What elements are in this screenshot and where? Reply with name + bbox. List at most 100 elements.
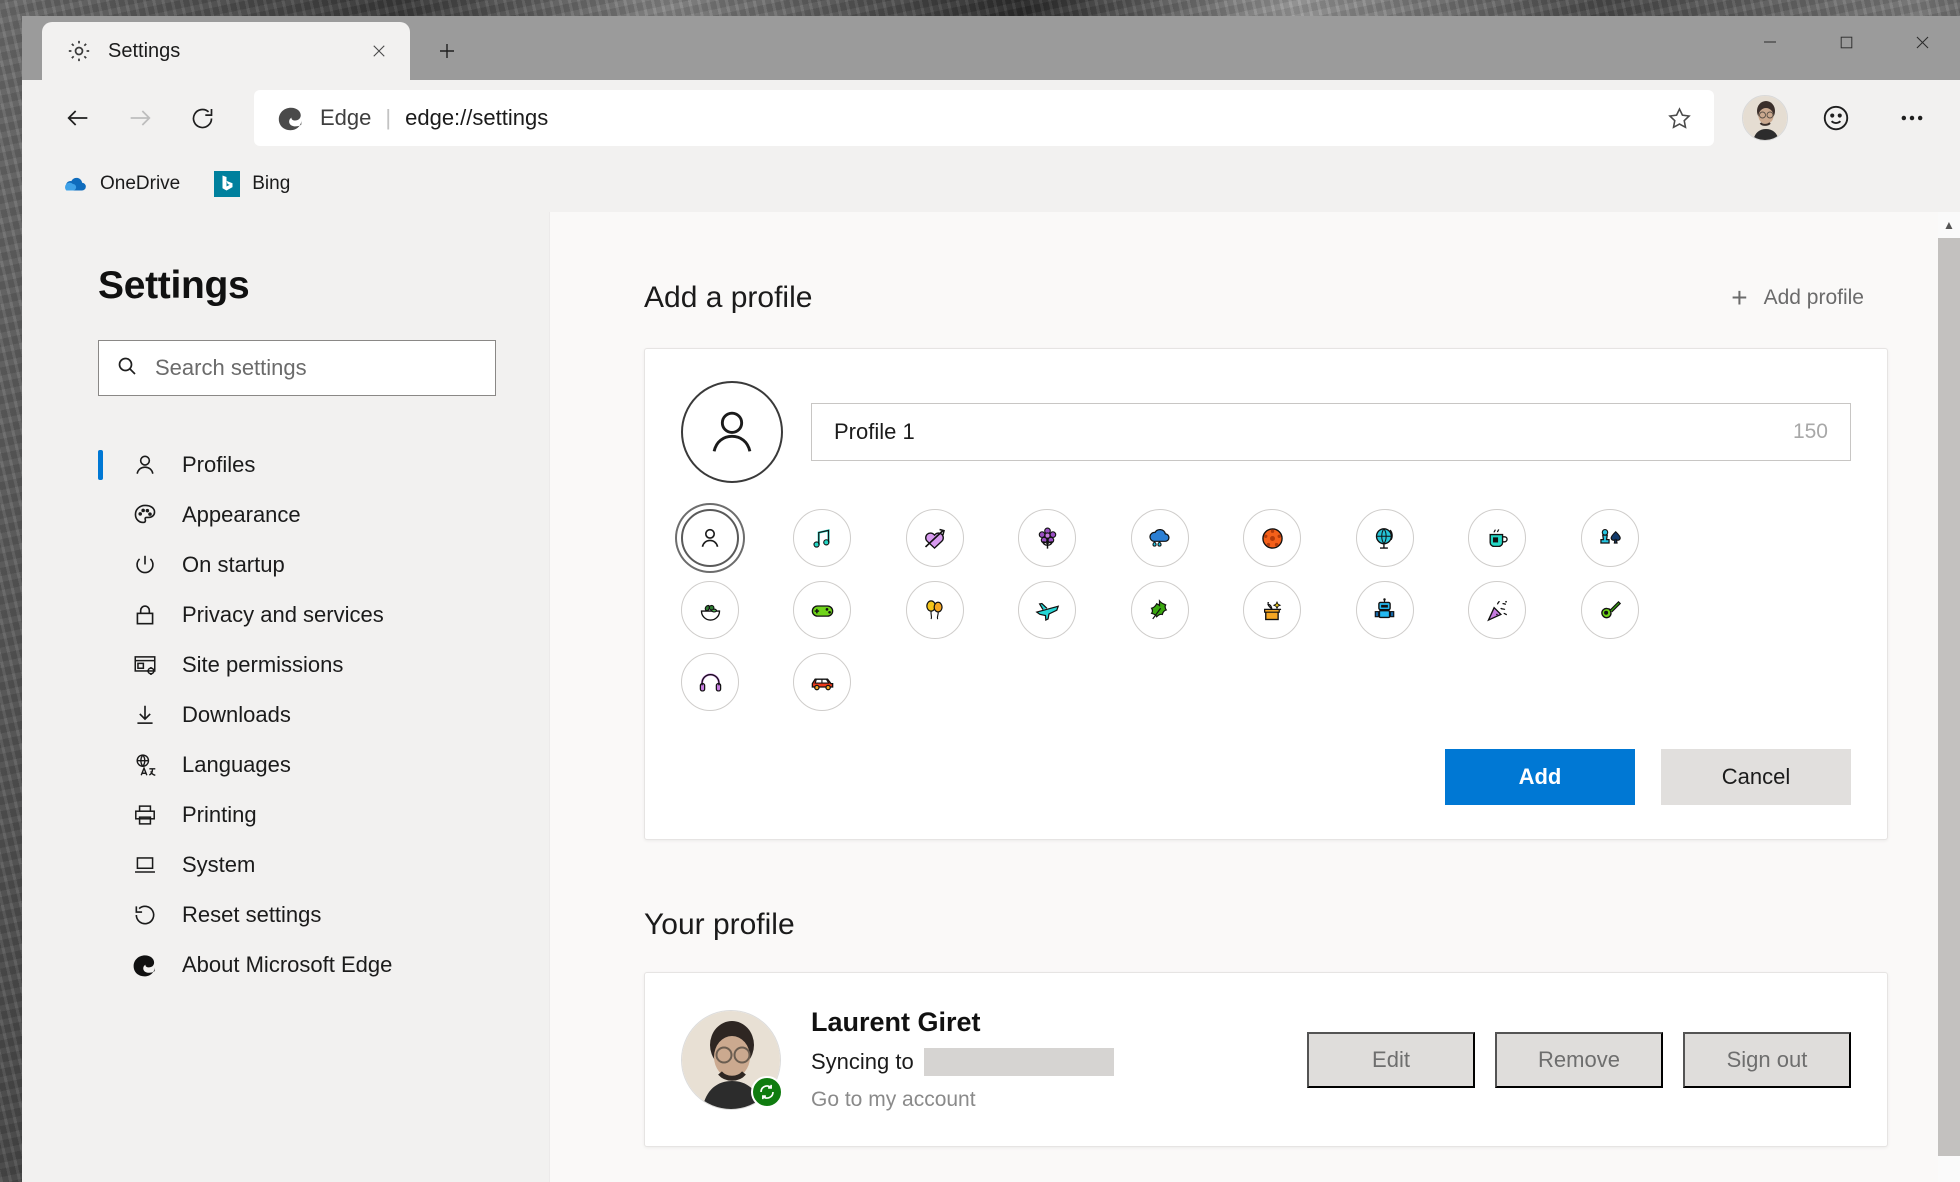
bookmark-label: Bing — [252, 173, 291, 194]
new-tab-button[interactable] — [424, 28, 470, 74]
window-controls — [1732, 16, 1960, 68]
window-close-icon[interactable] — [1884, 16, 1960, 68]
laptop-icon — [130, 850, 160, 880]
remove-button[interactable]: Remove — [1495, 1031, 1663, 1088]
sidebar-item-label: Printing — [182, 802, 257, 827]
arrow-left-icon[interactable] — [50, 90, 106, 146]
globe-avatar-icon[interactable] — [1355, 509, 1414, 567]
sidebar-item-label: Languages — [182, 752, 291, 777]
settings-content: Add a profile + Add profile Profile 1 15… — [550, 212, 1960, 1182]
sidebar-item-on-startup[interactable]: On startup — [98, 540, 549, 590]
add-profile-actions: Add Cancel — [681, 749, 1851, 805]
go-to-my-account-link[interactable]: Go to my account — [811, 1088, 1277, 1112]
minimize-icon[interactable] — [1732, 16, 1808, 68]
edge-logo-icon — [276, 103, 306, 133]
bookmark-bing[interactable]: Bing — [202, 164, 302, 204]
settings-page: Settings Profiles — [22, 212, 1960, 1182]
game-pieces-avatar-icon[interactable] — [1580, 509, 1639, 567]
content-scrollbar[interactable]: ▲ — [1938, 212, 1960, 1182]
arrow-right-icon[interactable] — [112, 90, 168, 146]
sidebar-item-system[interactable]: System — [98, 840, 549, 890]
profile-name-input[interactable]: Profile 1 150 — [811, 403, 1851, 461]
tea-cup-avatar-icon[interactable] — [1468, 509, 1527, 567]
download-icon — [130, 700, 160, 730]
address-bar-url: edge://settings — [405, 105, 549, 130]
smiley-icon[interactable] — [1808, 90, 1864, 146]
plus-icon: + — [1731, 282, 1748, 313]
edit-button[interactable]: Edit — [1307, 1031, 1475, 1088]
sidebar-item-reset-settings[interactable]: Reset settings — [98, 890, 549, 940]
star-icon[interactable] — [1656, 95, 1702, 141]
browser-tab-settings[interactable]: Settings — [42, 22, 410, 80]
sidebar-item-about-microsoft-edge[interactable]: About Microsoft Edge — [98, 940, 549, 990]
rain-cloud-avatar-icon[interactable] — [1130, 509, 1189, 567]
add-profile-card: Profile 1 150 Add Cancel — [644, 348, 1888, 840]
balloons-avatar-icon[interactable] — [905, 581, 964, 639]
person-icon — [130, 450, 160, 480]
sidebar-item-profiles[interactable]: Profiles — [98, 440, 549, 490]
heart-arrow-avatar-icon[interactable] — [905, 509, 964, 567]
search-input[interactable] — [155, 355, 479, 381]
profile-name-value: Profile 1 — [834, 419, 915, 444]
airplane-avatar-icon[interactable] — [1018, 581, 1077, 639]
character-counter: 150 — [1792, 420, 1828, 443]
sidebar-item-site-permissions[interactable]: Site permissions — [98, 640, 549, 690]
redacted-email — [923, 1048, 1114, 1076]
add-a-profile-header: Add a profile + Add profile — [644, 278, 1872, 318]
sidebar-item-label: System — [182, 852, 256, 877]
person-avatar-icon[interactable] — [681, 509, 739, 567]
cancel-button[interactable]: Cancel — [1661, 749, 1851, 805]
sidebar-item-label: About Microsoft Edge — [182, 952, 393, 977]
bookmark-label: OneDrive — [100, 173, 181, 194]
sidebar-item-downloads[interactable]: Downloads — [98, 690, 549, 740]
gift-box-avatar-icon[interactable] — [1243, 581, 1302, 639]
car-avatar-icon[interactable] — [793, 653, 852, 711]
lock-icon — [130, 600, 160, 630]
party-popper-avatar-icon[interactable] — [1468, 581, 1527, 639]
ellipsis-icon[interactable] — [1884, 90, 1940, 146]
address-bar[interactable]: Edge | edge://settings — [254, 90, 1714, 146]
add-profile-label: Add profile — [1763, 286, 1864, 309]
add-button[interactable]: Add — [1445, 749, 1635, 805]
tab-title: Settings — [108, 39, 181, 62]
profile-actions: Edit Remove Sign out — [1307, 1031, 1851, 1088]
scrollbar-thumb[interactable] — [1938, 238, 1960, 1156]
close-icon[interactable] — [362, 34, 396, 68]
soccer-ball-avatar-icon[interactable] — [1243, 509, 1302, 567]
guitar-avatar-icon[interactable] — [1580, 581, 1639, 639]
sidebar-item-label: Downloads — [182, 702, 291, 727]
profile-name: Laurent Giret — [811, 1007, 981, 1037]
bookmark-onedrive[interactable]: OneDrive — [50, 164, 192, 204]
site-permissions-icon — [130, 650, 160, 680]
refresh-icon[interactable] — [174, 90, 230, 146]
title-bar: Settings — [22, 16, 1960, 80]
sync-icon — [751, 1075, 783, 1108]
search-icon — [115, 354, 139, 383]
settings-nav-list: Profiles Appearance On startup Privacy a… — [98, 440, 549, 990]
sidebar-item-privacy-and-services[interactable]: Privacy and services — [98, 590, 549, 640]
onedrive-cloud-icon — [62, 171, 88, 197]
sidebar-item-label: On startup — [182, 552, 285, 577]
browser-toolbar: Edge | edge://settings — [22, 80, 1960, 156]
sidebar-item-printing[interactable]: Printing — [98, 790, 549, 840]
music-note-avatar-icon[interactable] — [793, 509, 852, 567]
add-profile-button[interactable]: + Add profile — [1723, 278, 1872, 318]
sidebar-item-languages[interactable]: Languages — [98, 740, 549, 790]
robot-avatar-icon[interactable] — [1355, 581, 1414, 639]
headphones-avatar-icon[interactable] — [681, 653, 739, 711]
flower-avatar-icon[interactable] — [1018, 509, 1077, 567]
sync-status-label: Syncing to — [811, 1049, 914, 1074]
maximize-icon[interactable] — [1808, 16, 1884, 68]
sidebar-item-appearance[interactable]: Appearance — [98, 490, 549, 540]
scroll-up-icon[interactable]: ▲ — [1943, 212, 1955, 238]
avatar[interactable] — [1742, 95, 1788, 141]
sign-out-button[interactable]: Sign out — [1683, 1031, 1851, 1088]
gear-icon — [66, 38, 92, 64]
reset-icon — [130, 900, 160, 930]
omnibox-brand-label: Edge — [320, 105, 372, 130]
search-settings-box[interactable] — [98, 340, 496, 396]
settings-sidebar: Settings Profiles — [22, 212, 550, 1182]
game-controller-avatar-icon[interactable] — [793, 581, 852, 639]
salad-bowl-avatar-icon[interactable] — [681, 581, 739, 639]
leaf-avatar-icon[interactable] — [1130, 581, 1189, 639]
